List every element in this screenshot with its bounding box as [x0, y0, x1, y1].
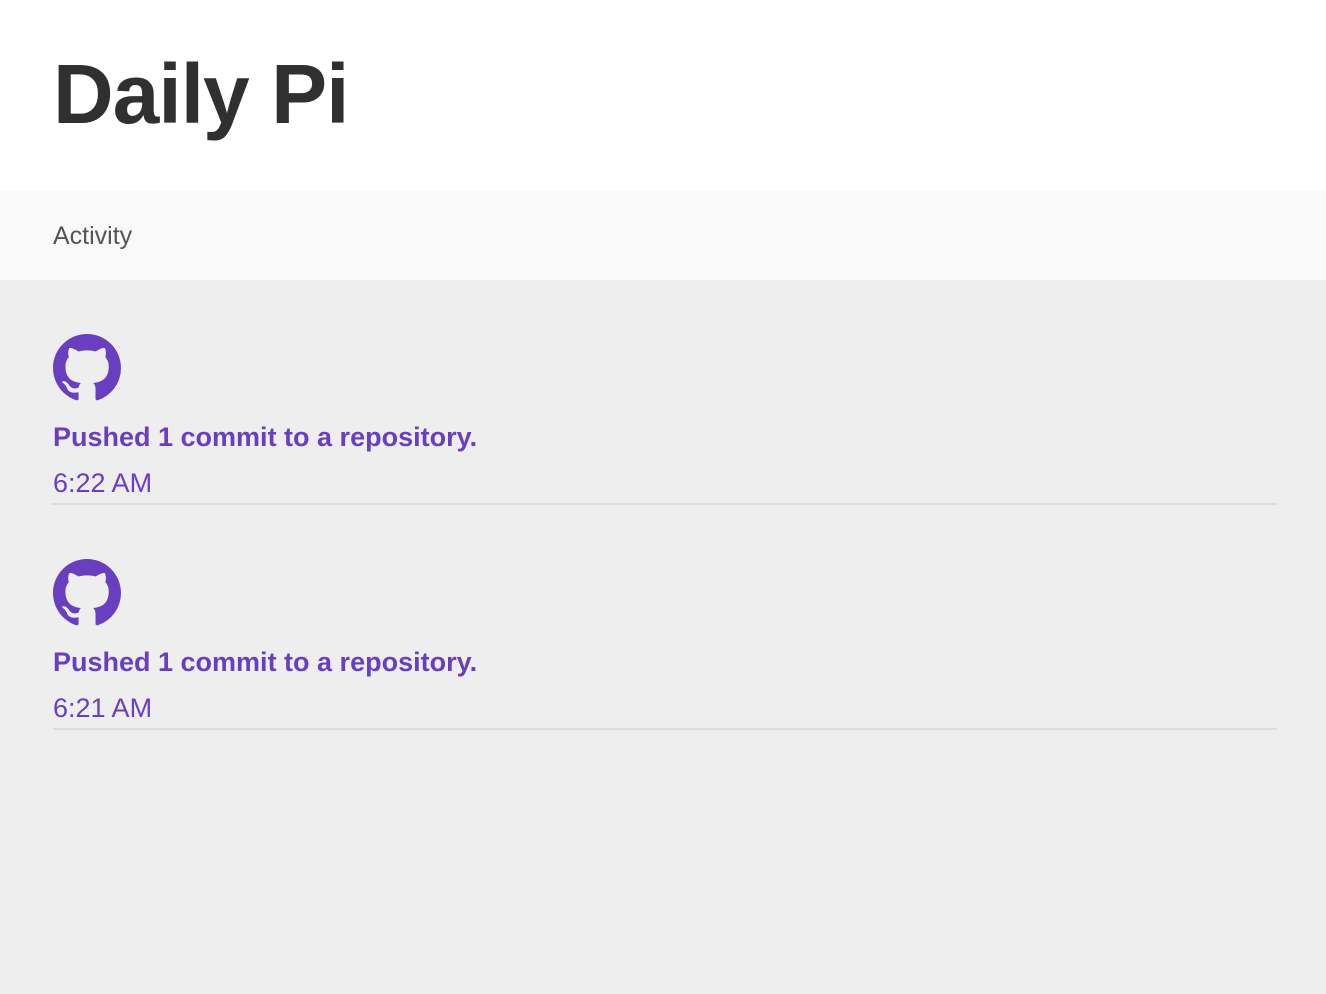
- tab-bar: [0, 190, 1326, 280]
- activity-title[interactable]: Pushed 1 commit to a repository.: [53, 645, 477, 679]
- header: Daily Pi: [0, 0, 1326, 190]
- activity-title[interactable]: Pushed 1 commit to a repository.: [53, 420, 477, 454]
- page-title: Daily Pi: [53, 47, 349, 141]
- activity-time: 6:21 AM: [53, 693, 153, 723]
- activity-time: 6:22 AM: [53, 468, 153, 498]
- activity-feed: Pushed 1 commit to a repository. 6:22 AM…: [53, 280, 1277, 730]
- github-icon: [53, 334, 121, 402]
- github-icon: [53, 559, 121, 627]
- list-item[interactable]: Pushed 1 commit to a repository. 6:21 AM: [53, 505, 1277, 730]
- tab-activity[interactable]: Activity: [53, 220, 132, 252]
- list-item[interactable]: Pushed 1 commit to a repository. 6:22 AM: [53, 280, 1277, 505]
